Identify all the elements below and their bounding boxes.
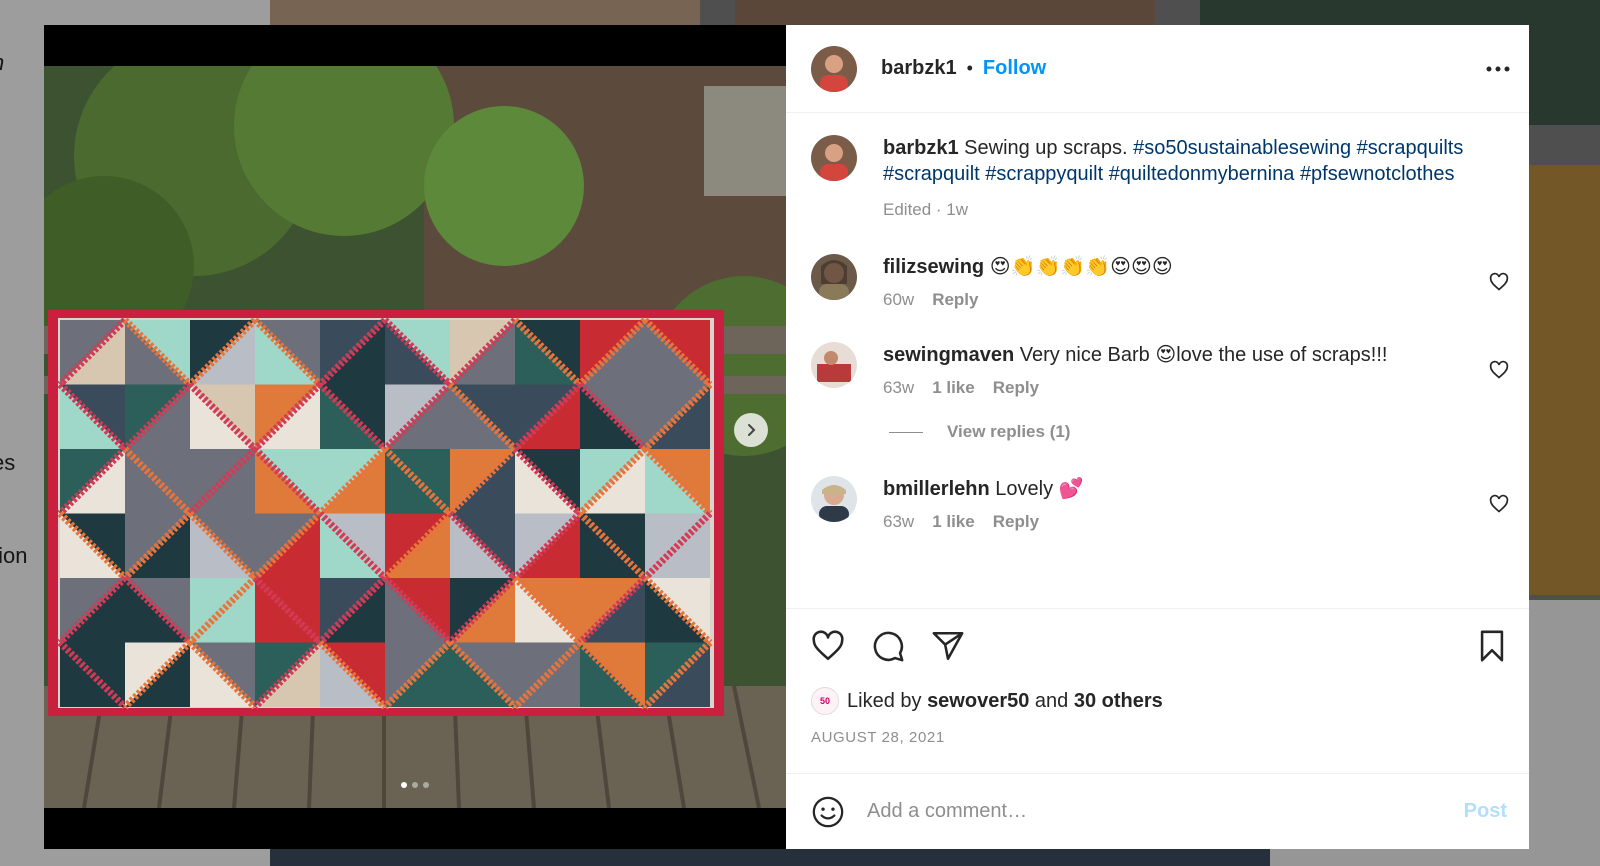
comment-age[interactable]: 63w bbox=[883, 512, 914, 532]
carousel-dot bbox=[423, 782, 429, 788]
comment-text: bmillerlehn Lovely 💕 bbox=[883, 476, 1469, 502]
liker-username[interactable]: sewover50 bbox=[927, 690, 1029, 713]
likes-prefix: Liked by bbox=[847, 689, 922, 712]
comment-likes[interactable]: 1 like bbox=[932, 378, 975, 398]
comment-meta: 60w Reply bbox=[883, 290, 1469, 310]
post-date[interactable]: AUGUST 28, 2021 bbox=[811, 729, 1509, 746]
caption-username[interactable]: barbzk1 bbox=[883, 137, 959, 159]
hashtag-link[interactable]: #quiltedonmybernina bbox=[1109, 163, 1295, 185]
carousel-dot bbox=[401, 782, 407, 788]
comment-username[interactable]: sewingmaven bbox=[883, 344, 1014, 366]
comments-section[interactable]: barbzk1 Sewing up scraps. #so50sustainab… bbox=[786, 113, 1529, 608]
comment-text: sewingmaven Very nice Barb 😍love the use… bbox=[883, 342, 1469, 368]
heart-icon[interactable] bbox=[1489, 494, 1509, 514]
comment-icon[interactable] bbox=[871, 629, 905, 663]
post-media bbox=[44, 25, 786, 849]
avatar[interactable] bbox=[811, 342, 857, 388]
follow-button[interactable]: Follow bbox=[983, 57, 1046, 80]
reply-button[interactable]: Reply bbox=[993, 512, 1039, 532]
liker-avatar[interactable]: 50 bbox=[811, 687, 839, 715]
comment-item: bmillerlehn Lovely 💕 63w 1 like Reply bbox=[811, 476, 1509, 532]
hashtag-link[interactable]: #pfsewnotclothes bbox=[1300, 163, 1455, 185]
action-bar bbox=[811, 629, 1509, 663]
view-replies-label: View replies (1) bbox=[947, 422, 1071, 441]
quilt-photo bbox=[44, 66, 786, 808]
smiley-icon[interactable] bbox=[811, 795, 845, 829]
reply-button[interactable]: Reply bbox=[932, 290, 978, 310]
caption-meta: Edited · 1w bbox=[883, 200, 1509, 220]
avatar[interactable] bbox=[811, 254, 857, 300]
likes-others-link[interactable]: 30 others bbox=[1074, 690, 1163, 713]
comment-item: filizsewing 😍👏👏👏👏😍😍😍 60w Reply bbox=[811, 254, 1509, 310]
comment-age[interactable]: 60w bbox=[883, 290, 914, 310]
post-modal: barbzk1 • Follow barbzk1 Sewing up scrap… bbox=[44, 25, 1529, 849]
more-options-button[interactable] bbox=[1483, 54, 1513, 84]
comment-age[interactable]: 63w bbox=[883, 378, 914, 398]
hashtag-link[interactable]: #so50sustainablesewing bbox=[1133, 137, 1351, 159]
replies-divider bbox=[889, 431, 923, 433]
comment-body: Lovely 💕 bbox=[995, 478, 1084, 500]
reply-button[interactable]: Reply bbox=[993, 378, 1039, 398]
post-actions: 50 Liked by sewover50 and 30 others AUGU… bbox=[786, 608, 1529, 773]
quilt bbox=[48, 310, 724, 716]
post-button[interactable]: Post bbox=[1464, 800, 1507, 823]
avatar[interactable] bbox=[811, 45, 857, 92]
comment-body: 😍👏👏👏👏😍😍😍 bbox=[989, 256, 1173, 278]
share-icon[interactable] bbox=[931, 629, 965, 663]
hashtag-link[interactable]: #scrapquilts bbox=[1357, 137, 1464, 159]
comment-body: Very nice Barb 😍love the use of scraps!!… bbox=[1019, 344, 1388, 366]
heart-icon[interactable] bbox=[1489, 272, 1509, 292]
post-header: barbzk1 • Follow bbox=[786, 25, 1529, 113]
comment-item: sewingmaven Very nice Barb 😍love the use… bbox=[811, 342, 1509, 398]
view-replies-button[interactable]: View replies (1) bbox=[889, 422, 1509, 442]
caption-body: Sewing up scraps. bbox=[964, 137, 1128, 159]
post-panel: barbzk1 • Follow barbzk1 Sewing up scrap… bbox=[786, 25, 1529, 849]
header-separator: • bbox=[966, 58, 973, 78]
more-horizontal-icon bbox=[1486, 66, 1510, 71]
caption: barbzk1 Sewing up scraps. #so50sustainab… bbox=[811, 135, 1509, 220]
quilt-image bbox=[44, 66, 786, 808]
bookmark-icon[interactable] bbox=[1475, 629, 1509, 663]
caption-timestamp: Edited · 1w bbox=[883, 200, 969, 219]
carousel-indicator bbox=[44, 782, 786, 788]
carousel-dot bbox=[412, 782, 418, 788]
comment-text: filizsewing 😍👏👏👏👏😍😍😍 bbox=[883, 254, 1469, 280]
add-comment-bar: Post bbox=[786, 773, 1529, 849]
caption-text: barbzk1 Sewing up scraps. #so50sustainab… bbox=[883, 135, 1509, 187]
comment-meta: 63w 1 like Reply bbox=[883, 378, 1469, 398]
avatar[interactable] bbox=[811, 135, 857, 181]
next-image-button[interactable] bbox=[734, 413, 768, 447]
header-username[interactable]: barbzk1 bbox=[881, 57, 957, 80]
hashtag-link[interactable]: #scrappyquilt bbox=[985, 163, 1103, 185]
comment-meta: 63w 1 like Reply bbox=[883, 512, 1469, 532]
avatar[interactable] bbox=[811, 476, 857, 522]
likes-conjunction: and bbox=[1034, 689, 1069, 712]
heart-icon[interactable] bbox=[1489, 360, 1509, 380]
chevron-right-icon bbox=[748, 424, 756, 436]
comment-username[interactable]: bmillerlehn bbox=[883, 478, 990, 500]
comment-username[interactable]: filizsewing bbox=[883, 256, 984, 278]
comment-likes[interactable]: 1 like bbox=[932, 512, 975, 532]
heart-icon[interactable] bbox=[811, 629, 845, 663]
hashtag-link[interactable]: #scrapquilt bbox=[883, 163, 980, 185]
likes-summary: 50 Liked by sewover50 and 30 others bbox=[811, 687, 1509, 715]
comment-input[interactable] bbox=[867, 800, 1464, 823]
